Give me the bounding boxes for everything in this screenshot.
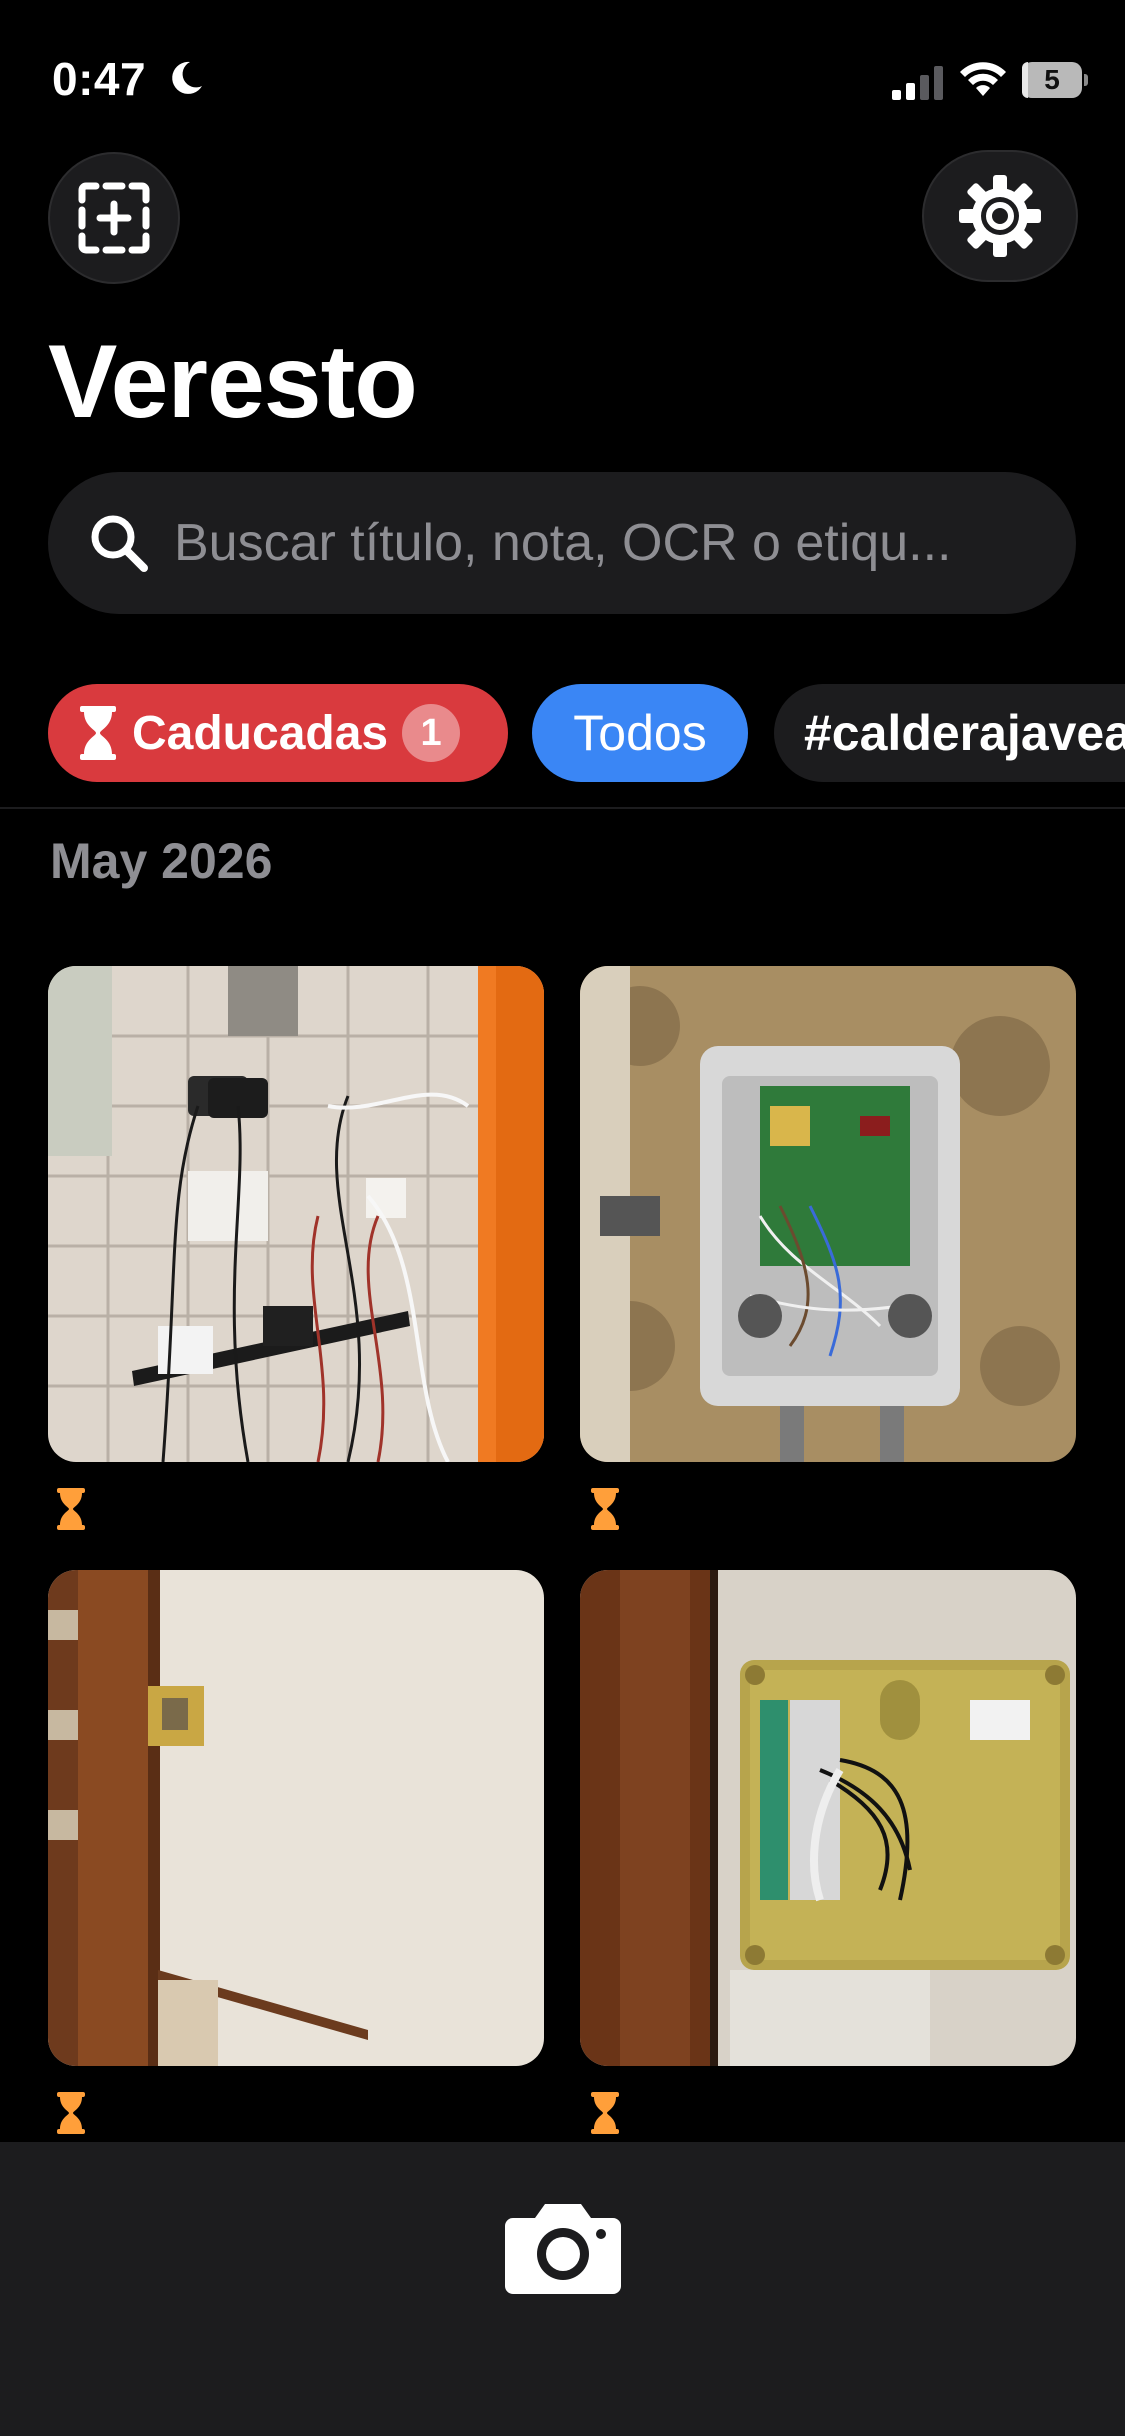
signal-icon bbox=[892, 66, 943, 100]
divider bbox=[0, 807, 1125, 809]
search-icon bbox=[91, 515, 148, 572]
filter-chip-expired-label: Caducadas bbox=[132, 706, 389, 760]
hourglass-icon bbox=[57, 1488, 85, 1530]
hourglass-icon bbox=[591, 1488, 619, 1530]
battery-cap bbox=[1084, 74, 1088, 86]
page-title: Veresto bbox=[48, 324, 418, 440]
hourglass-icon bbox=[57, 2092, 85, 2134]
photo-thumbnail[interactable] bbox=[580, 1570, 1076, 2066]
photo-image bbox=[580, 966, 1076, 1462]
hourglass-icon bbox=[80, 706, 116, 760]
expired-count-badge: 1 bbox=[402, 704, 461, 762]
photo-thumbnail[interactable] bbox=[48, 966, 544, 1462]
photo-thumbnail[interactable] bbox=[48, 1570, 544, 2066]
camera-button[interactable] bbox=[488, 2182, 638, 2312]
filter-chip-all[interactable]: Todos bbox=[532, 684, 748, 782]
photo-image bbox=[580, 1570, 1076, 2066]
photo-thumbnail[interactable] bbox=[580, 966, 1076, 1462]
add-item-button[interactable] bbox=[48, 152, 180, 284]
photo-image bbox=[48, 966, 544, 1462]
search-bar[interactable] bbox=[48, 472, 1076, 614]
settings-button[interactable] bbox=[922, 150, 1078, 282]
filter-chip-tag-label: #calderajavea bbox=[804, 705, 1125, 761]
battery-indicator: 5 bbox=[1022, 62, 1088, 100]
photo-image bbox=[48, 1570, 544, 2066]
filter-chip-all-label: Todos bbox=[573, 705, 707, 761]
camera-icon bbox=[505, 2204, 621, 2294]
wifi-icon bbox=[960, 62, 1006, 96]
add-frame-icon bbox=[78, 182, 150, 254]
filter-chip-expired[interactable]: Caducadas 1 bbox=[48, 684, 508, 782]
moon-icon bbox=[172, 61, 202, 94]
hourglass-icon bbox=[591, 2092, 619, 2134]
gear-icon bbox=[959, 175, 1041, 257]
filter-chip-row[interactable]: Caducadas 1 Todos #calderajavea bbox=[0, 684, 1125, 784]
section-header-month: May 2026 bbox=[50, 833, 273, 889]
status-time: 0:47 bbox=[52, 53, 147, 105]
battery-percentage: 5 bbox=[1044, 64, 1060, 95]
status-bar: 0:47 5 bbox=[0, 0, 1125, 150]
filter-chip-tag[interactable]: #calderajavea bbox=[774, 684, 1125, 782]
bottom-bar bbox=[0, 2142, 1125, 2436]
search-input[interactable] bbox=[174, 472, 1054, 614]
